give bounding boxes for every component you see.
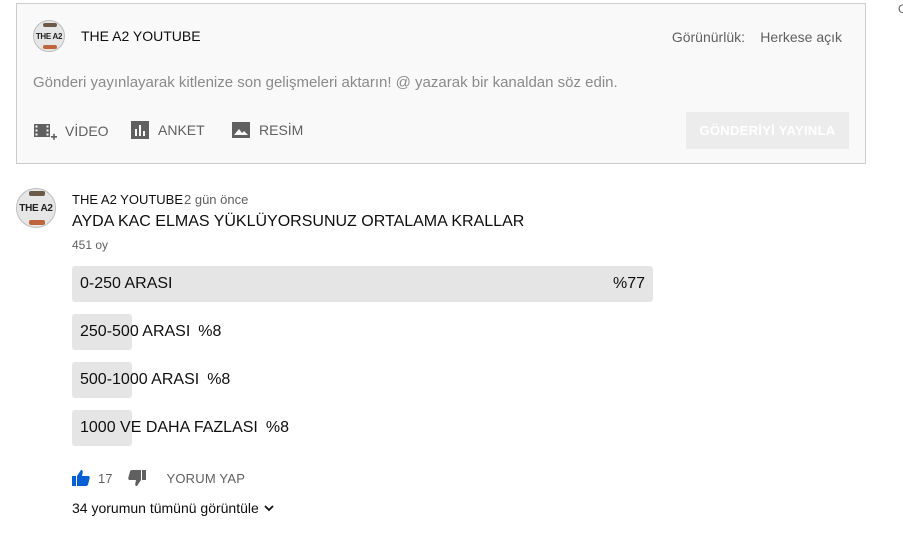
channel-avatar: THE A2 <box>33 20 65 52</box>
vote-count: 451 oy <box>72 238 109 252</box>
edge-text: G <box>898 2 903 16</box>
visibility-label: Görünürlük: <box>671 29 745 45</box>
poll-option[interactable]: 1000 VE DAHA FAZLASI %8 <box>72 410 653 446</box>
post-composer: THE A2 THE A2 YOUTUBE Görünürlük: Herkes… <box>16 3 866 164</box>
like-button[interactable]: 17 <box>72 470 112 486</box>
poll-option-label: 0-250 ARASI <box>80 275 173 292</box>
view-all-comments-button[interactable]: 34 yorumun tümünü görüntüle <box>72 500 275 516</box>
image-icon <box>232 122 250 138</box>
poll-question: AYDA KAC ELMAS YÜKLÜYORSUNUZ ORTALAMA KR… <box>72 213 525 230</box>
thumbs-down-icon <box>128 470 147 486</box>
video-add-icon <box>34 124 57 140</box>
poll-option-percent: %8 <box>207 371 231 388</box>
view-comments-label: 34 yorumun tümünü görüntüle <box>72 500 259 516</box>
post-timestamp[interactable]: 2 gün önce <box>184 192 248 207</box>
add-video-button[interactable]: VİDEO <box>33 120 109 142</box>
poll-option-label: 1000 VE DAHA FAZLASI <box>80 419 258 436</box>
thumbs-up-icon <box>72 470 90 486</box>
post-actions: 17 YORUM YAP <box>72 470 245 486</box>
dislike-button[interactable] <box>128 470 147 486</box>
add-image-label: RESİM <box>259 122 304 138</box>
post-text-input[interactable]: Gönderi yayınlayarak kitlenize son geliş… <box>33 74 618 91</box>
composer-channel-name: THE A2 YOUTUBE <box>81 28 201 44</box>
add-poll-label: ANKET <box>158 122 205 138</box>
chevron-down-icon <box>264 505 274 512</box>
poll-option[interactable]: 500-1000 ARASI %8 <box>72 362 653 398</box>
visibility-select[interactable]: Herkese açık <box>760 29 842 45</box>
poll-option[interactable]: 250-500 ARASI %8 <box>72 314 653 350</box>
poll-option-percent: %8 <box>265 419 289 436</box>
publish-post-button[interactable]: GÖNDERİYİ YAYINLA <box>686 112 849 149</box>
add-poll-button[interactable]: ANKET <box>130 120 205 140</box>
post-author-name[interactable]: THE A2 YOUTUBE <box>72 192 183 207</box>
poll-option-label: 500-1000 ARASI <box>80 371 200 388</box>
like-count: 17 <box>98 470 113 486</box>
add-video-label: VİDEO <box>65 123 109 139</box>
poll-icon <box>131 121 149 139</box>
poll-option-percent: %77 <box>612 275 645 292</box>
reply-button[interactable]: YORUM YAP <box>166 471 245 486</box>
post-author-avatar[interactable]: THE A2 <box>16 188 56 228</box>
poll-option-label: 250-500 ARASI <box>80 323 191 340</box>
poll-option-percent: %8 <box>198 323 222 340</box>
poll-option[interactable]: 0-250 ARASI %77 <box>72 266 653 302</box>
add-image-button[interactable]: RESİM <box>231 120 303 140</box>
